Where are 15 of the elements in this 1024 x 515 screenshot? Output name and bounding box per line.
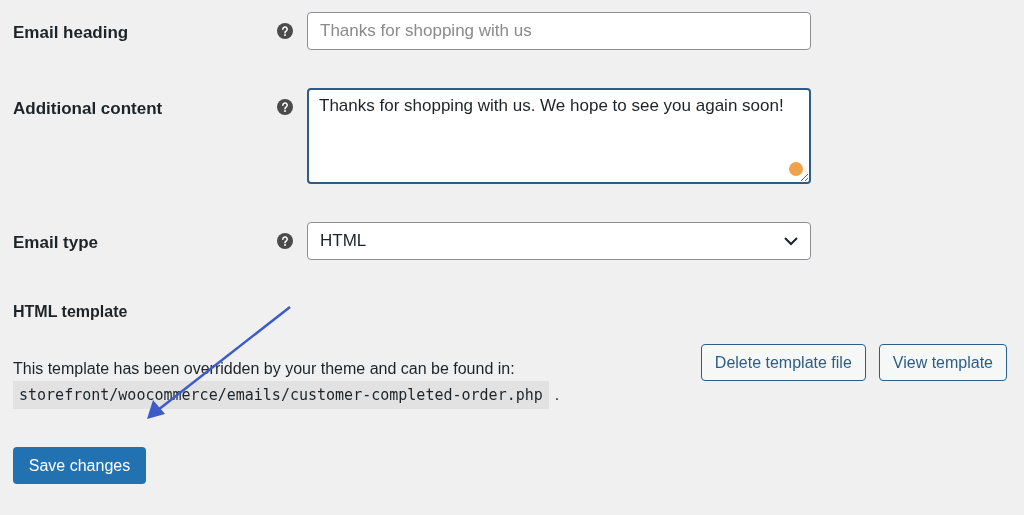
field-label: Email type	[13, 232, 100, 254]
email-type-select[interactable]: HTML	[307, 222, 811, 260]
template-button[interactable]: View template	[878, 344, 1007, 381]
email-heading-field[interactable]: Thanks for shopping with us	[307, 12, 811, 50]
save-changes-button[interactable]: Save changes	[13, 447, 146, 484]
field-label: Email heading	[13, 22, 130, 44]
help-icon	[277, 99, 293, 115]
section-label: HTML template	[13, 302, 129, 322]
path-period: .	[554, 385, 560, 405]
help-icon	[277, 233, 293, 249]
help-icon	[277, 23, 293, 39]
additional-content-field[interactable]: Thanks for shopping with us. We hope to see you again soon!	[307, 88, 811, 184]
chevron-down-icon	[784, 236, 798, 246]
template-button[interactable]: Delete template file	[700, 344, 866, 381]
field-label: Additional content	[13, 98, 164, 120]
